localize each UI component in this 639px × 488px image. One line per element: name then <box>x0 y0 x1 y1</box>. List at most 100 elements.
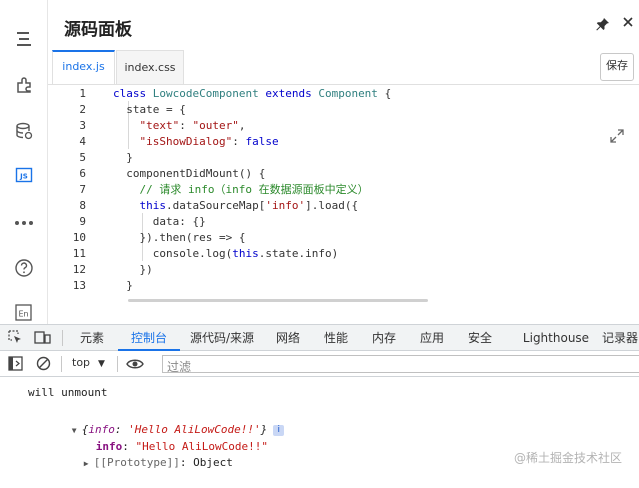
info-icon[interactable]: i <box>273 424 285 436</box>
app-root: JS En 源码面板 index.js index.css 保存 1 class … <box>0 0 639 471</box>
devtools-tab[interactable]: 网络 <box>266 325 310 351</box>
device-toggle-icon[interactable] <box>34 330 51 349</box>
code-line[interactable]: 12 }) <box>48 262 639 278</box>
save-button[interactable]: 保存 <box>600 53 634 81</box>
console-filter[interactable] <box>162 355 639 375</box>
chevron-down-icon: ▼ <box>98 359 105 369</box>
code-text: class LowcodeComponent extends Component… <box>113 86 391 102</box>
code-text: componentDidMount() { <box>113 166 265 182</box>
code-text: } <box>113 278 133 294</box>
scroll-thumb[interactable] <box>128 299 428 302</box>
code-line[interactable]: 1 class LowcodeComponent extends Componen… <box>48 86 639 102</box>
horizontal-scrollbar[interactable] <box>48 299 639 303</box>
code-line[interactable]: 6 componentDidMount() { <box>48 166 639 182</box>
code-token: this <box>232 247 259 260</box>
line-number: 12 <box>72 263 86 276</box>
js-icon[interactable]: JS <box>13 164 35 186</box>
devtools-tab[interactable]: 应用 <box>410 325 454 351</box>
devtools-tab[interactable]: 内存 <box>362 325 406 351</box>
i18n-icon[interactable]: En <box>13 302 35 324</box>
components-icon[interactable] <box>13 74 35 96</box>
line-number: 7 <box>79 183 86 196</box>
tab-index-css[interactable]: index.css <box>116 50 184 84</box>
devtools-tabbar: 元素 控制台 源代码/来源 网络 性能 内存 应用 安全 Lighthouse 记录器 <box>0 324 639 351</box>
code-token: // 请求 info（info 在数据源面板中定义） <box>139 183 369 196</box>
eye-icon[interactable] <box>126 356 144 375</box>
code-token: this <box>139 199 167 212</box>
clear-console-icon[interactable] <box>36 356 51 375</box>
devtools-tab[interactable]: Lighthouse <box>514 325 598 351</box>
line-number: 2 <box>79 103 86 116</box>
devtools-tab[interactable]: 控制台 <box>118 325 180 351</box>
tab-index-js[interactable]: index.js <box>52 50 115 84</box>
line-number: 10 <box>72 231 86 244</box>
context-value: top <box>72 356 91 369</box>
source-panel: 源码面板 index.js index.css 保存 1 class Lowcod… <box>48 0 639 324</box>
proto-sep: : <box>179 456 194 469</box>
console-prototype[interactable]: ▶ [[Prototype]]: Object <box>44 439 233 488</box>
code-text: state = { <box>113 102 186 118</box>
devtools-tab[interactable]: 安全 <box>458 325 502 351</box>
code-token: { <box>384 87 392 100</box>
code-token: data: {} <box>113 215 206 228</box>
pin-icon[interactable] <box>596 16 610 35</box>
code-text: } <box>113 150 133 166</box>
code-token: .dataSourceMap[ <box>166 199 266 212</box>
datasource-icon[interactable] <box>13 120 35 142</box>
code-line[interactable]: 13 } <box>48 278 639 294</box>
line-number: 3 <box>79 119 86 132</box>
code-token: .state.info) <box>258 247 339 260</box>
devtools-tab[interactable]: 性能 <box>314 325 358 351</box>
code-token: console.log( <box>113 247 233 260</box>
proto-label: [[Prototype]] <box>93 456 180 469</box>
watermark: @稀土掘金技术社区 <box>514 451 623 465</box>
sidebar-toggle-icon[interactable] <box>8 356 23 375</box>
code-token: class <box>113 87 153 100</box>
i18n-icon-label: En <box>18 310 28 319</box>
file-tabs: index.js index.css <box>48 50 639 85</box>
code-token: "text" <box>139 119 180 132</box>
expand-icon[interactable] <box>610 128 624 147</box>
help-icon[interactable] <box>13 257 35 279</box>
code-token: : <box>179 119 193 132</box>
code-text: "text": "outer", <box>113 118 246 134</box>
code-token: state = { <box>113 103 186 116</box>
devtools-tab[interactable]: 元素 <box>70 325 114 351</box>
toolbar-divider <box>61 356 62 372</box>
code-token: }) <box>113 263 153 276</box>
context-selector[interactable]: top ▼ <box>72 356 105 369</box>
outline-icon[interactable] <box>13 28 35 50</box>
js-icon-label: JS <box>19 173 28 181</box>
devtools-tab[interactable]: 源代码/来源 <box>184 325 260 351</box>
panel-title: 源码面板 <box>64 20 132 40</box>
code-line[interactable]: 11 console.log(this.state.info) <box>48 246 639 262</box>
code-line[interactable]: 2 state = { <box>48 102 639 118</box>
code-token: : <box>232 135 246 148</box>
code-line[interactable]: 4 "isShowDialog": false <box>48 134 639 150</box>
code-token: ].load({ <box>305 199 359 212</box>
code-token: } <box>113 279 133 292</box>
console-toolbar: top ▼ <box>0 351 639 377</box>
code-line[interactable]: 3 "text": "outer", <box>48 118 639 134</box>
code-line[interactable]: 9 data: {} <box>48 214 639 230</box>
code-line[interactable]: 5 } <box>48 150 639 166</box>
code-line[interactable]: 10 }).then(res => { <box>48 230 639 246</box>
collapsed-triangle-icon[interactable]: ▶ <box>84 456 94 472</box>
code-line[interactable]: 8 this.dataSourceMap['info'].load({ <box>48 198 639 214</box>
filter-input[interactable] <box>163 359 639 375</box>
code-token: }).then(res => { <box>113 231 246 244</box>
code-token: false <box>245 135 279 148</box>
code-line[interactable]: 7 // 请求 info（info 在数据源面板中定义） <box>48 182 639 198</box>
line-number: 5 <box>79 151 86 164</box>
code-token: "outer" <box>192 119 239 132</box>
inspect-element-icon[interactable] <box>8 330 23 349</box>
code-editor[interactable]: 1 class LowcodeComponent extends Componen… <box>48 85 639 299</box>
close-icon[interactable] <box>621 14 635 33</box>
code-token: Component <box>318 87 385 100</box>
code-text: }) <box>113 262 153 278</box>
devtools-tab[interactable]: 记录器 <box>602 325 639 351</box>
code-token: } <box>113 151 133 164</box>
more-icon[interactable] <box>13 212 35 234</box>
